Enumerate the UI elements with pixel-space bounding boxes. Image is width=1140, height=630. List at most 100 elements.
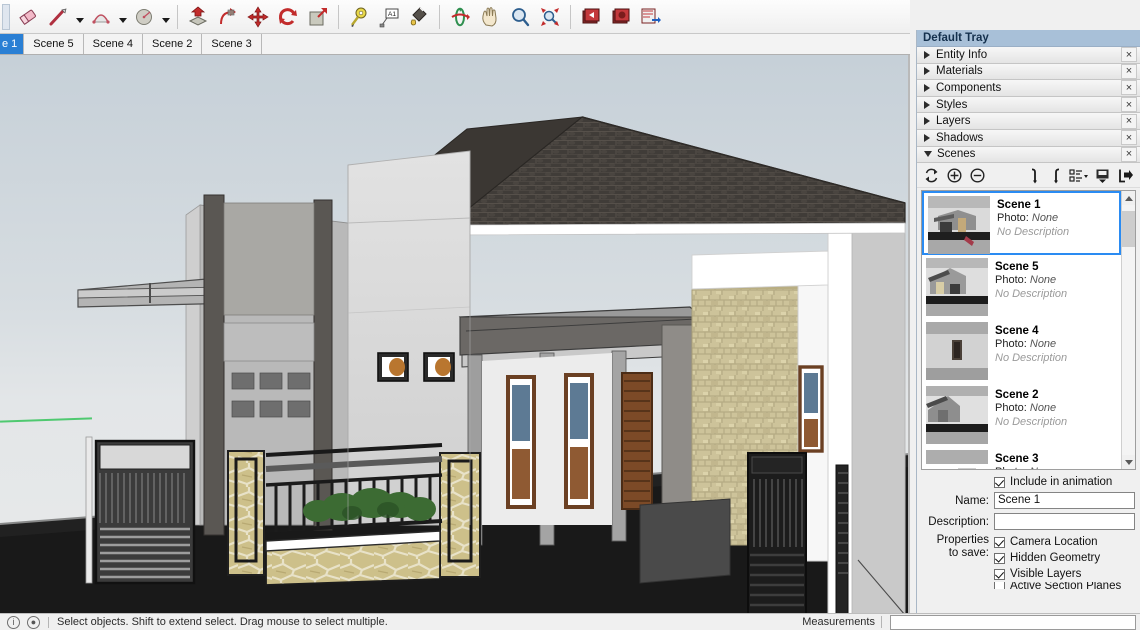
push-pull-icon[interactable] bbox=[183, 2, 213, 32]
save-option-active-section-planes[interactable]: Active Section Planes bbox=[994, 582, 1135, 590]
circle-dropdown-arrow[interactable] bbox=[159, 2, 172, 32]
show-details-icon[interactable] bbox=[1092, 165, 1113, 186]
camera-location-checkbox[interactable] bbox=[994, 536, 1005, 548]
scene-list-item[interactable]: Scene 2 Photo: None No Description bbox=[922, 383, 1121, 448]
toolbar-grip[interactable] bbox=[2, 3, 10, 30]
add-scene-icon[interactable] bbox=[944, 165, 965, 186]
include-in-animation-checkbox[interactable] bbox=[994, 476, 1005, 488]
scene-tab-1[interactable]: e 1 bbox=[0, 34, 25, 54]
move-scene-up-icon[interactable] bbox=[1023, 165, 1044, 186]
close-icon[interactable]: × bbox=[1121, 47, 1137, 63]
scene-thumbnail bbox=[928, 196, 990, 255]
scrollbar-track[interactable] bbox=[1122, 205, 1135, 456]
scene-tab-5[interactable]: Scene 5 bbox=[24, 34, 84, 54]
save-option-hidden-geometry[interactable]: Hidden Geometry bbox=[994, 550, 1135, 566]
close-icon[interactable]: × bbox=[1121, 80, 1137, 96]
hidden-geometry-checkbox[interactable] bbox=[994, 552, 1005, 564]
viewport-right-edge bbox=[908, 55, 910, 615]
house-model-render bbox=[0, 116, 910, 615]
close-icon[interactable]: × bbox=[1121, 113, 1137, 129]
scene-tab-4[interactable]: Scene 4 bbox=[84, 34, 144, 54]
tray-panel-components[interactable]: Components × bbox=[917, 80, 1140, 97]
scene-name: Scene 4 bbox=[995, 325, 1039, 338]
update-scene-icon[interactable] bbox=[921, 165, 942, 186]
tray-panel-label: Layers bbox=[936, 115, 971, 128]
scenes-list[interactable]: Scene 1 Photo: None No Description Scene… bbox=[921, 190, 1136, 471]
paint-bucket-icon[interactable] bbox=[404, 2, 434, 32]
tray-panel-materials[interactable]: Materials × bbox=[917, 63, 1140, 81]
tray-panel-label: Entity Info bbox=[936, 48, 988, 61]
tray-panel-scenes[interactable]: Scenes × bbox=[917, 146, 1140, 164]
chevron-down-icon bbox=[924, 151, 932, 158]
tape-measure-icon[interactable] bbox=[344, 2, 374, 32]
scenes-list-scroll-area: Scene 1 Photo: None No Description Scene… bbox=[922, 191, 1121, 470]
tray-panel-label: Components bbox=[936, 81, 1002, 94]
scale-icon[interactable] bbox=[303, 2, 333, 32]
scene-description-row: Description: bbox=[922, 513, 1135, 531]
scene-info: Scene 1 Photo: None No Description bbox=[997, 195, 1069, 251]
scroll-up-button[interactable] bbox=[1122, 191, 1135, 206]
eraser-icon[interactable] bbox=[13, 2, 43, 32]
info-icon[interactable]: i bbox=[7, 615, 20, 629]
view-options-icon[interactable] bbox=[1069, 165, 1090, 186]
model-viewport[interactable] bbox=[0, 55, 910, 615]
save-option-camera-location[interactable]: Camera Location bbox=[994, 534, 1135, 550]
chevron-right-icon bbox=[924, 117, 930, 126]
scene-name-input[interactable]: Scene 1 bbox=[994, 492, 1135, 510]
save-option-label: Visible Layers bbox=[1010, 568, 1082, 581]
text-icon[interactable]: A1 bbox=[374, 2, 404, 32]
properties-to-save-row: Properties to save: Camera Location Hidd… bbox=[922, 534, 1135, 590]
tray-panel-styles[interactable]: Styles × bbox=[917, 96, 1140, 114]
properties-to-save-line2: to save: bbox=[948, 547, 989, 560]
tray-panel-label: Scenes bbox=[937, 148, 976, 161]
scrollbar-thumb[interactable] bbox=[1122, 211, 1135, 248]
scenes-list-scrollbar[interactable] bbox=[1121, 191, 1135, 470]
pan-icon[interactable] bbox=[475, 2, 505, 32]
chevron-up-icon bbox=[1124, 195, 1133, 201]
scene-name-row: Name: Scene 1 bbox=[922, 492, 1135, 510]
scenes-toolbar bbox=[917, 163, 1140, 189]
rotate-icon[interactable] bbox=[273, 2, 303, 32]
account-icon[interactable]: ● bbox=[27, 615, 40, 629]
line-icon[interactable] bbox=[43, 2, 73, 32]
scene-list-item[interactable]: Scene 4 Photo: None No Description bbox=[922, 319, 1121, 384]
close-icon[interactable]: × bbox=[1121, 146, 1137, 162]
zoom-icon[interactable] bbox=[505, 2, 535, 32]
move-scene-down-icon[interactable] bbox=[1046, 165, 1067, 186]
tray-panel-layers[interactable]: Layers × bbox=[917, 113, 1140, 130]
scene-name: Scene 2 bbox=[995, 389, 1039, 402]
tray-panel-shadows[interactable]: Shadows × bbox=[917, 129, 1140, 147]
arc-dropdown-arrow[interactable] bbox=[116, 2, 129, 32]
remove-scene-icon[interactable] bbox=[967, 165, 988, 186]
follow-me-icon[interactable] bbox=[213, 2, 243, 32]
measurements-input[interactable] bbox=[890, 614, 1136, 630]
close-icon[interactable]: × bbox=[1121, 97, 1137, 113]
scroll-down-button[interactable] bbox=[1122, 455, 1135, 470]
save-option-visible-layers[interactable]: Visible Layers bbox=[994, 566, 1135, 582]
scene-list-item[interactable]: Scene 3 Photo: None No Description bbox=[922, 447, 1121, 470]
close-icon[interactable]: × bbox=[1121, 63, 1137, 79]
close-icon[interactable]: × bbox=[1121, 130, 1137, 146]
tray-panel-entity-info[interactable]: Entity Info × bbox=[917, 47, 1140, 64]
scene-photo-row: Photo: None bbox=[995, 338, 1067, 351]
move-icon[interactable] bbox=[243, 2, 273, 32]
save-option-label: Hidden Geometry bbox=[1010, 552, 1101, 565]
visible-layers-checkbox[interactable] bbox=[994, 568, 1005, 580]
tray-panel-label: Styles bbox=[936, 98, 968, 111]
scene-description-input[interactable] bbox=[994, 513, 1135, 531]
position-camera-icon[interactable] bbox=[636, 2, 666, 32]
active-section-planes-checkbox[interactable] bbox=[994, 582, 1005, 590]
export-icon[interactable] bbox=[1115, 165, 1136, 186]
zoom-extents-icon[interactable] bbox=[535, 2, 565, 32]
circle-icon[interactable] bbox=[129, 2, 159, 32]
arc-icon[interactable] bbox=[86, 2, 116, 32]
orbit-icon[interactable] bbox=[445, 2, 475, 32]
previous-view-icon[interactable] bbox=[576, 2, 606, 32]
next-view-icon[interactable] bbox=[606, 2, 636, 32]
scene-tab-3[interactable]: Scene 3 bbox=[202, 34, 262, 54]
scene-photo-label: Photo: bbox=[995, 466, 1027, 469]
line-dropdown-arrow[interactable] bbox=[73, 2, 86, 32]
scene-tab-2[interactable]: Scene 2 bbox=[143, 34, 203, 54]
scene-list-item[interactable]: Scene 5 Photo: None No Description bbox=[922, 255, 1121, 320]
scene-list-item[interactable]: Scene 1 Photo: None No Description bbox=[922, 191, 1121, 256]
